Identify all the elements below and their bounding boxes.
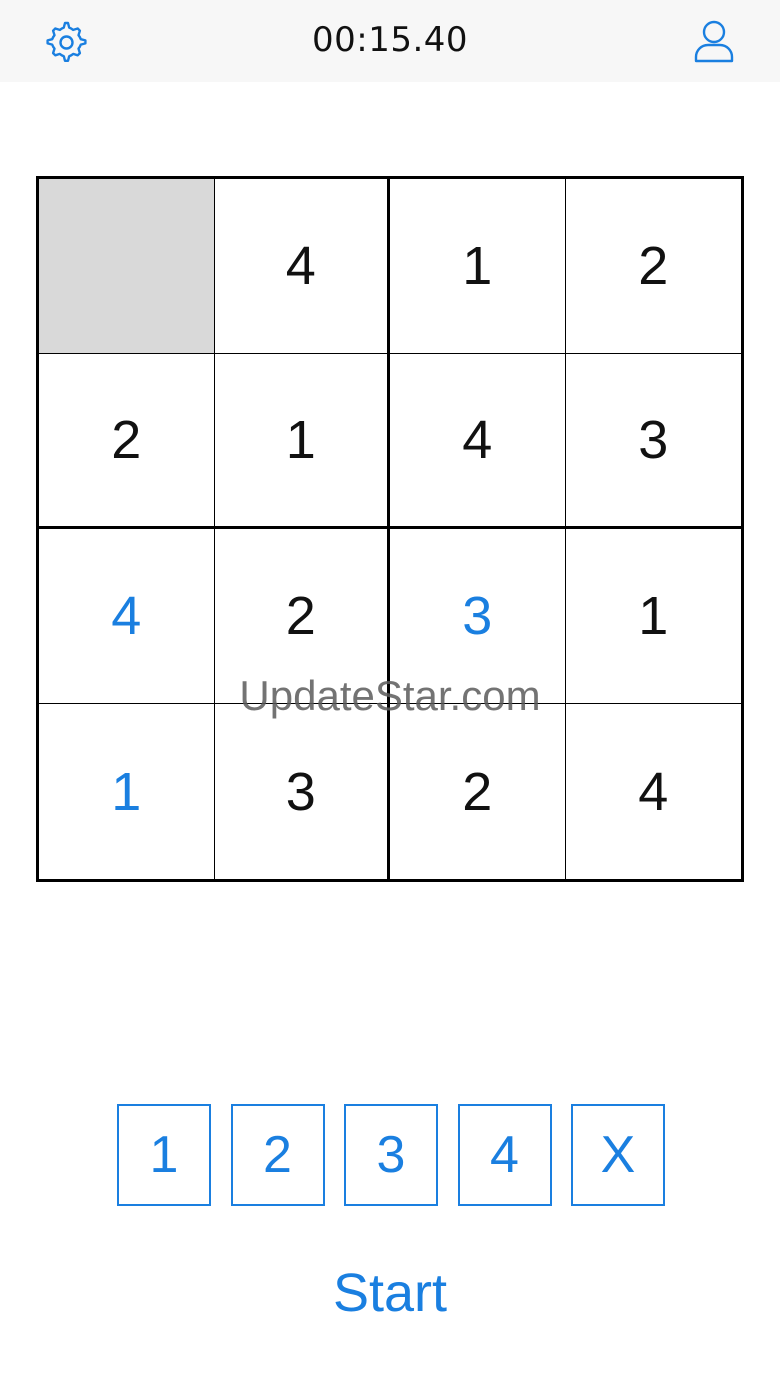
board-cell[interactable]: 3 xyxy=(390,529,566,704)
board-cell[interactable]: 3 xyxy=(565,354,741,529)
timer: 00:15.40 xyxy=(311,20,469,60)
sudoku-board: 412214342311324 xyxy=(36,176,744,882)
profile-button[interactable] xyxy=(690,17,738,65)
board-cell[interactable] xyxy=(39,179,215,354)
board-cell[interactable]: 4 xyxy=(214,179,390,354)
user-icon xyxy=(694,20,734,63)
number-key-3[interactable]: 3 xyxy=(344,1104,438,1206)
clear-key[interactable]: X xyxy=(571,1104,665,1206)
board-cell[interactable]: 1 xyxy=(565,529,741,704)
board-cell[interactable]: 2 xyxy=(565,179,741,354)
board-cell[interactable]: 1 xyxy=(39,704,215,879)
board-cell[interactable]: 1 xyxy=(390,179,566,354)
start-button[interactable]: Start xyxy=(0,1262,780,1324)
board-cell[interactable]: 2 xyxy=(214,529,390,704)
board-cell[interactable]: 4 xyxy=(566,704,742,879)
board-cell[interactable]: 4 xyxy=(39,529,215,704)
board-cell[interactable]: 3 xyxy=(215,704,390,879)
board-cell[interactable]: 4 xyxy=(390,354,566,529)
number-key-1[interactable]: 1 xyxy=(117,1104,211,1206)
board-cell[interactable]: 2 xyxy=(390,704,566,879)
top-bar: 00:15.40 xyxy=(0,0,780,82)
board-cell[interactable]: 1 xyxy=(214,354,390,529)
number-key-4[interactable]: 4 xyxy=(457,1104,552,1206)
number-key-2[interactable]: 2 xyxy=(230,1104,325,1206)
number-keypad: 1234X xyxy=(117,1104,665,1206)
sudoku-app: 00:15.40 412214342311324 UpdateStar.com … xyxy=(0,0,780,1387)
board-cell[interactable]: 2 xyxy=(39,354,215,529)
